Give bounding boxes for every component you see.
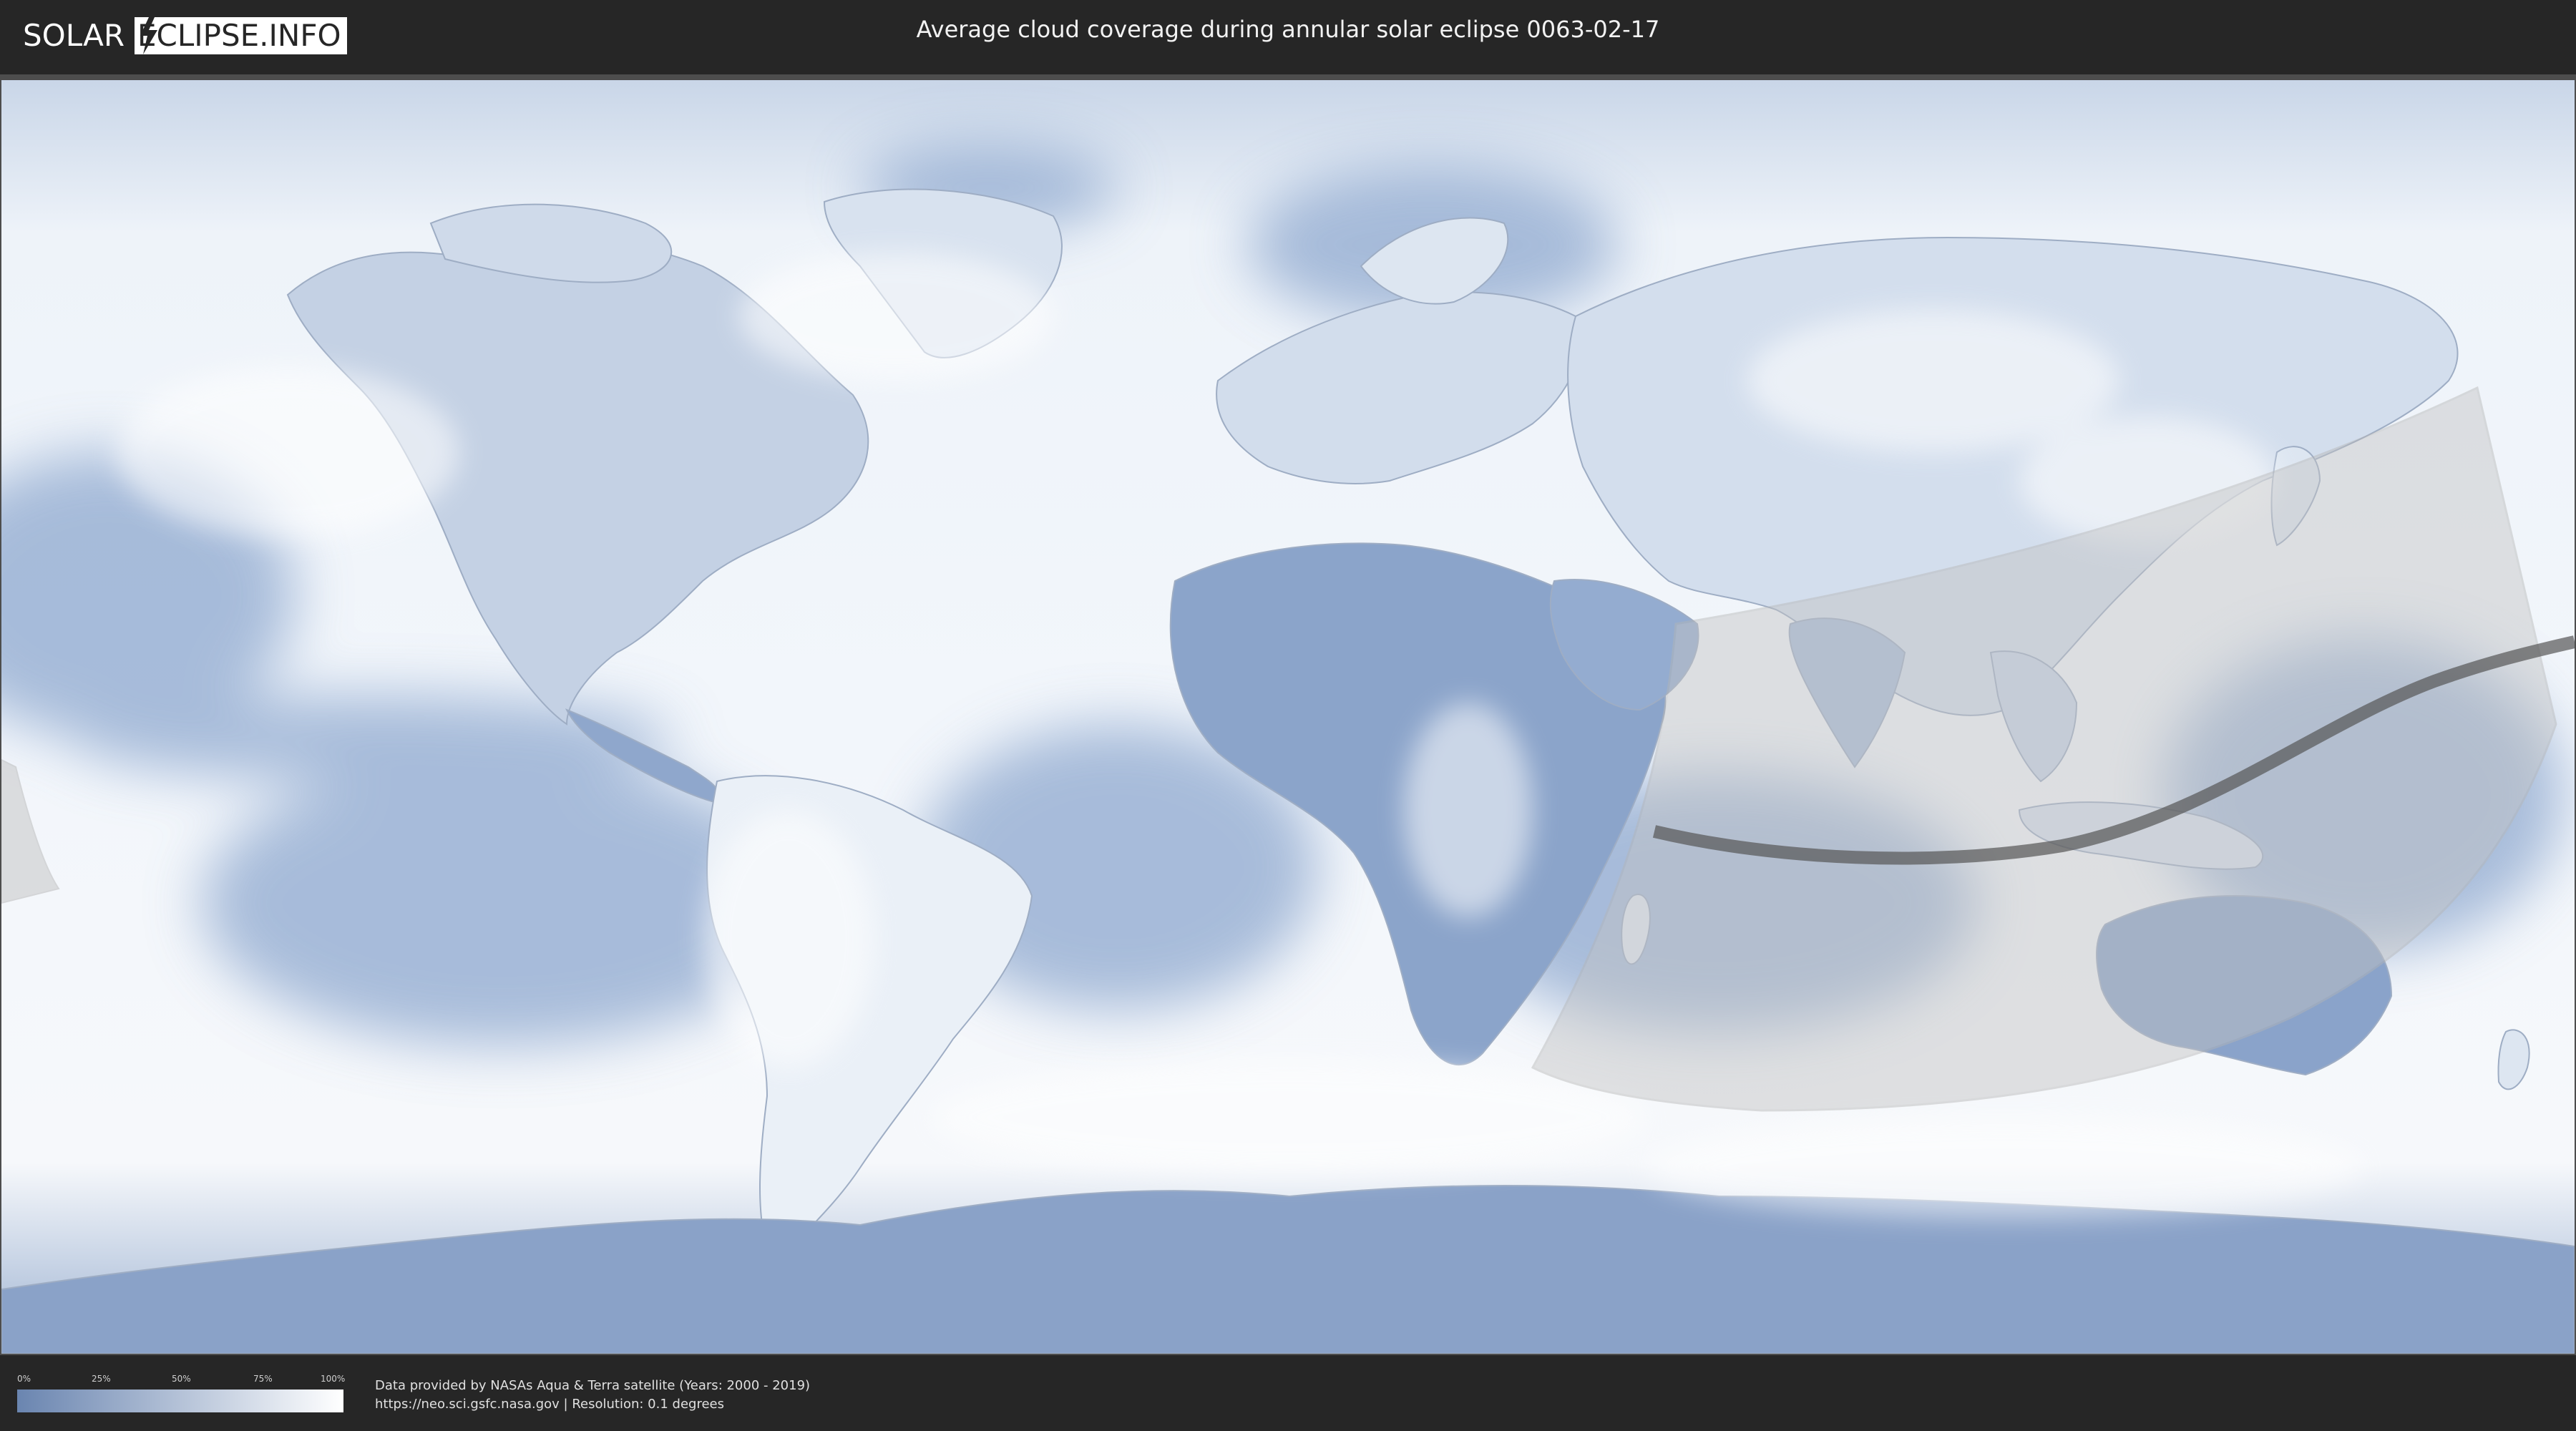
data-credits: Data provided by NASAs Aqua & Terra sate… xyxy=(375,1377,810,1414)
page-title: Average cloud coverage during annular so… xyxy=(916,16,1660,43)
legend-tick-50: 50% xyxy=(172,1374,191,1384)
legend-tick-0: 0% xyxy=(17,1374,31,1384)
cloud-coverage-legend: 0% 25% 50% 75% 100% xyxy=(17,1374,346,1414)
legend-ticks: 0% 25% 50% 75% 100% xyxy=(17,1374,346,1385)
legend-tick-100: 100% xyxy=(321,1374,346,1384)
legend-color-bar xyxy=(17,1390,343,1412)
header-bar: SOLAR ECLIPSE.INFO Average cloud coverag… xyxy=(0,0,2576,72)
legend-tick-75: 75% xyxy=(253,1374,273,1384)
legend-tick-25: 25% xyxy=(92,1374,111,1384)
credit-line-url-resolution[interactable]: https://neo.sci.gsfc.nasa.gov | Resoluti… xyxy=(375,1395,810,1414)
credit-line-source: Data provided by NASAs Aqua & Terra sate… xyxy=(375,1378,811,1393)
cloud-coverage-map[interactable] xyxy=(1,80,2575,1354)
